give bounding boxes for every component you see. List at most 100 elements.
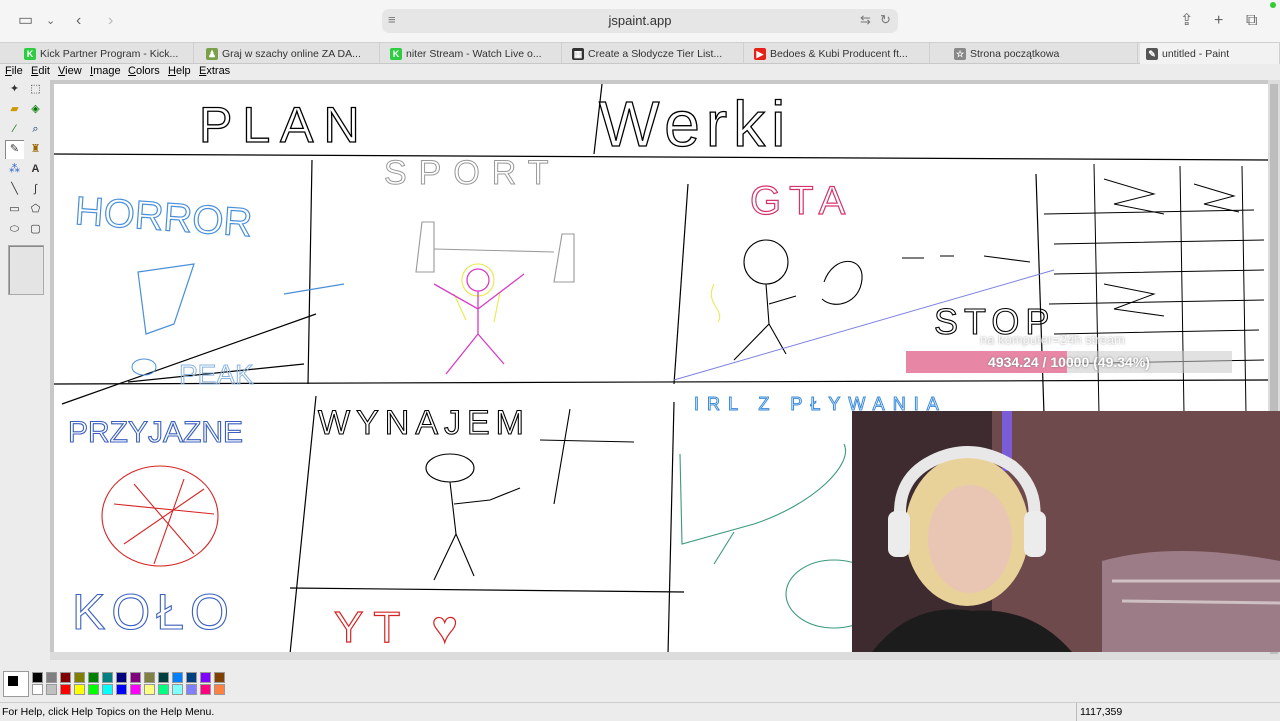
- progress-text: 4934.24 / 10000 (49.34%): [988, 354, 1150, 370]
- tab-label: untitled - Paint: [1162, 48, 1230, 60]
- chevron-down-icon[interactable]: ⌄: [46, 11, 55, 31]
- tab-label: Graj w szachy online ZA DA...: [222, 48, 361, 60]
- current-colors[interactable]: [3, 671, 29, 697]
- palette-swatch[interactable]: [74, 684, 85, 695]
- palette-swatch[interactable]: [32, 672, 43, 683]
- palette-swatch[interactable]: [186, 684, 197, 695]
- address-bar[interactable]: ≡ jspaint.app ⇆ ↻: [382, 9, 898, 33]
- palette-swatch[interactable]: [116, 672, 127, 683]
- palette-swatch[interactable]: [144, 672, 155, 683]
- palette-swatch[interactable]: [32, 684, 43, 695]
- palette-swatch[interactable]: [214, 684, 225, 695]
- free-select-icon[interactable]: ✦: [5, 80, 24, 99]
- palette-swatch[interactable]: [102, 684, 113, 695]
- brush-icon[interactable]: ♜: [26, 140, 45, 159]
- cell-yt-text: YT ♥: [334, 603, 468, 652]
- palette-swatch[interactable]: [158, 684, 169, 695]
- color-palette: [0, 664, 1280, 702]
- menu-view[interactable]: View: [58, 65, 82, 77]
- palette-swatch[interactable]: [172, 672, 183, 683]
- text-icon[interactable]: A: [26, 160, 45, 179]
- status-bar: For Help, click Help Topics on the Help …: [0, 702, 1280, 721]
- tab-overview-icon[interactable]: ⧉: [1246, 11, 1257, 31]
- rounded-rect-icon[interactable]: ▢: [26, 220, 45, 239]
- palette-swatch[interactable]: [200, 672, 211, 683]
- cell-kolo-text: KOŁO: [72, 584, 235, 640]
- magnifier-icon[interactable]: ⌕: [26, 120, 45, 139]
- tab-0[interactable]: K Kick Partner Program - Kick...: [18, 43, 194, 65]
- palette-swatch[interactable]: [130, 684, 141, 695]
- menu-colors[interactable]: Colors: [128, 65, 160, 77]
- reload-icon[interactable]: ↻: [880, 12, 891, 28]
- palette-swatch[interactable]: [172, 684, 183, 695]
- polygon-icon[interactable]: ⬠: [26, 200, 45, 219]
- new-tab-icon[interactable]: +: [1214, 11, 1223, 31]
- koło-circle: [101, 465, 219, 567]
- horror-shield: [137, 263, 345, 335]
- gta-hair: [711, 283, 721, 323]
- tab-1[interactable]: ♟ Graj w szachy online ZA DA...: [200, 43, 380, 65]
- rect-select-icon[interactable]: ⬚: [26, 80, 45, 99]
- tab-3[interactable]: ▦ Create a Słodycze Tier List...: [566, 43, 744, 65]
- share-icon[interactable]: ⇪: [1180, 11, 1193, 31]
- palette-swatch[interactable]: [130, 672, 141, 683]
- fill-icon[interactable]: ◈: [26, 100, 45, 119]
- menu-file[interactable]: File: [5, 65, 23, 77]
- sport-figure-hair: [453, 263, 501, 323]
- sidebar-toggle-icon[interactable]: ▭: [18, 11, 33, 31]
- palette-swatch[interactable]: [60, 684, 71, 695]
- chess-icon: ♟: [206, 48, 218, 60]
- palette-swatch[interactable]: [200, 684, 211, 695]
- palette-swatch[interactable]: [186, 672, 197, 683]
- palette-swatch[interactable]: [158, 672, 169, 683]
- eraser-icon[interactable]: ▰: [5, 100, 24, 119]
- cell-gta-text: GTA: [750, 179, 853, 223]
- back-icon[interactable]: ‹: [76, 11, 81, 31]
- horror-circle: [131, 358, 157, 376]
- webcam-image: [852, 411, 1280, 652]
- palette-swatch[interactable]: [74, 672, 85, 683]
- translate-icon[interactable]: ⇆: [860, 12, 871, 28]
- cell-wynajem-text: WYNAJEM: [318, 404, 530, 442]
- tab-label: Kick Partner Program - Kick...: [40, 48, 179, 60]
- tab-label: niter Stream - Watch Live o...: [406, 48, 542, 60]
- forward-icon[interactable]: ›: [108, 11, 113, 31]
- foreground-color[interactable]: [7, 675, 19, 687]
- menu-help[interactable]: Help: [168, 65, 191, 77]
- tab-5[interactable]: ☆ Strona początkowa: [948, 43, 1138, 65]
- tab-2[interactable]: Kniter Stream - Watch Live o...: [384, 43, 562, 65]
- curve-icon[interactable]: ∫: [26, 180, 45, 199]
- palette-swatch[interactable]: [214, 672, 225, 683]
- menu-edit[interactable]: Edit: [31, 65, 50, 77]
- palette-swatch[interactable]: [102, 672, 113, 683]
- menu-image[interactable]: Image: [90, 65, 121, 77]
- palette-swatch[interactable]: [88, 684, 99, 695]
- ellipse-icon[interactable]: ⬭: [5, 220, 24, 239]
- sport-figure: [433, 268, 525, 375]
- palette-swatch[interactable]: [46, 684, 57, 695]
- tab-bar: K Kick Partner Program - Kick... ♟ Graj w …: [0, 42, 1280, 65]
- palette-swatch[interactable]: [88, 672, 99, 683]
- menu-extras[interactable]: Extras: [199, 65, 230, 77]
- url-text[interactable]: jspaint.app: [382, 13, 898, 28]
- pencil-icon[interactable]: ✎: [5, 140, 24, 159]
- cell-sport-text: SPORT: [384, 154, 561, 192]
- palette-swatch[interactable]: [60, 672, 71, 683]
- tab-label: Create a Słodycze Tier List...: [588, 48, 723, 60]
- tool-options-box[interactable]: [8, 245, 44, 295]
- line-icon[interactable]: ╲: [5, 180, 24, 199]
- palette-swatch[interactable]: [116, 684, 127, 695]
- tab-6-active[interactable]: ✎ untitled - Paint: [1140, 43, 1280, 65]
- palette-swatch[interactable]: [144, 684, 155, 695]
- horizontal-scrollbar[interactable]: [50, 652, 1268, 660]
- browser-toolbar: ▭ ⌄ ‹ › ≡ jspaint.app ⇆ ↻ ⇪ + ⧉: [0, 0, 1280, 42]
- title-left-text: PLAN: [199, 97, 370, 153]
- tierlist-icon: ▦: [572, 48, 584, 60]
- color-picker-icon[interactable]: ⁄: [5, 120, 24, 139]
- tab-4[interactable]: ▶ Bedoes & Kubi Producent ft...: [748, 43, 930, 65]
- airbrush-icon[interactable]: ⁂: [5, 160, 24, 179]
- scribbles: [1043, 163, 1265, 415]
- rectangle-icon[interactable]: ▭: [5, 200, 24, 219]
- title-right-text: Werki: [599, 88, 791, 160]
- palette-swatch[interactable]: [46, 672, 57, 683]
